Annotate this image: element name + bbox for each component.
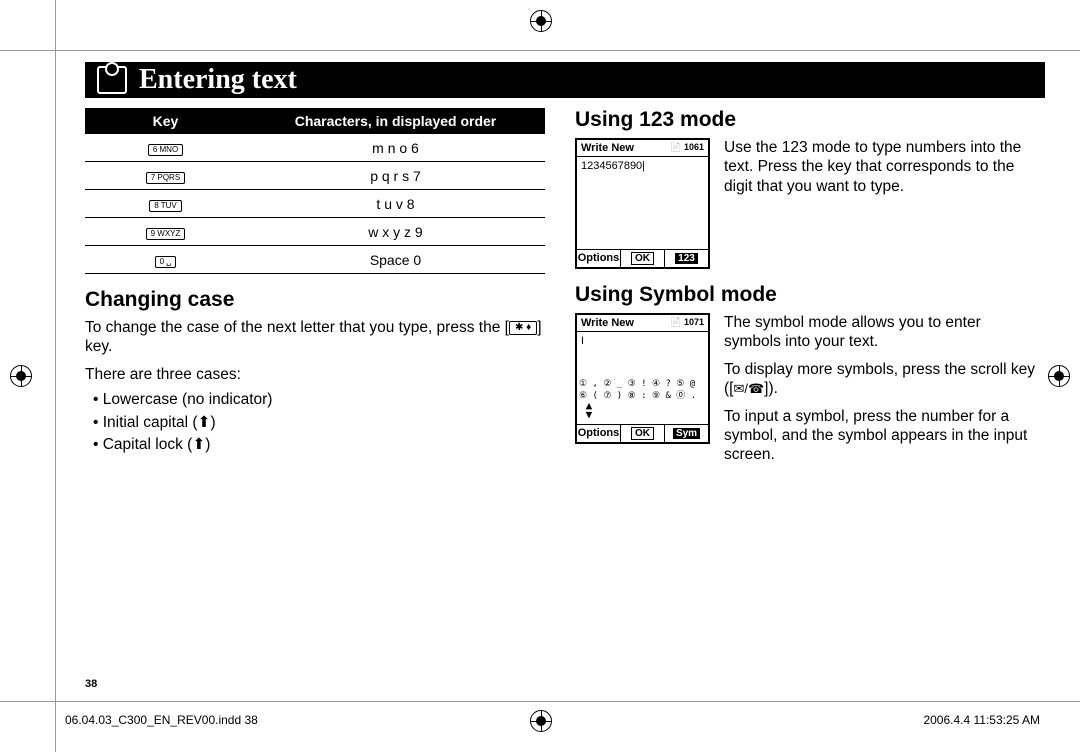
softkey-ok: OK [621,425,665,442]
key-9-icon: 9 WXYZ [146,228,186,240]
screen-body: 1234567890| [577,157,708,249]
using-symbol-heading: Using Symbol mode [575,283,1035,307]
input-mode-badge: 123 [665,250,708,267]
registration-mark-icon [530,10,552,32]
table-row: 9 WXYZ w x y z 9 [85,218,545,246]
chars-cell: p q r s 7 [246,162,545,190]
symbol-text-1: The symbol mode allows you to enter symb… [724,313,1035,352]
table-row: 8 TUV t u v 8 [85,190,545,218]
chars-cell: w x y z 9 [246,218,545,246]
page-content: Entering text Key Characters, in display… [85,62,1045,702]
star-key-icon: ✱ ♦ [509,321,537,336]
mode123-text: Use the 123 mode to type numbers into th… [724,138,1035,196]
softkey-options: Options [577,425,621,442]
registration-mark-icon [530,710,552,732]
screen-body: I ① , ② _ ③ ! ④ ? ⑤ @ ⑥ ( ⑦ ) ⑧ : ⑨ & ⓪ … [577,332,708,424]
page-number: 38 [85,678,97,690]
key-8-icon: 8 TUV [149,200,182,212]
left-column: Key Characters, in displayed order 6 MNO… [85,108,545,473]
list-item: Capital lock (⬆) [93,435,545,454]
phone-screen-symbol: Write New 📄 1071 I ① , ② _ ③ ! ④ ? ⑤ @ ⑥… [575,313,710,444]
chapter-title-bar: Entering text [85,62,1045,98]
list-item: Initial capital (⬆) [93,413,545,432]
registration-mark-icon [1048,365,1070,387]
table-row: 0 ␣ Space 0 [85,246,545,274]
changing-case-heading: Changing case [85,288,545,312]
changing-case-text: To change the case of the next letter th… [85,318,545,357]
key-7-icon: 7 PQRS [146,172,185,184]
chapter-title: Entering text [139,64,297,96]
phone-screen-123: Write New 📄 1061 1234567890| Options OK … [575,138,710,269]
registration-mark-icon [10,365,32,387]
cases-list: Lowercase (no indicator) Initial capital… [85,390,545,454]
three-cases-intro: There are three cases: [85,365,545,384]
footer-timestamp: 2006.4.4 11:53:25 AM [923,713,1040,727]
softkey-options: Options [577,250,621,267]
updown-icon: ▲ ▼ [579,402,592,420]
footer-filename: 06.04.03_C300_EN_REV00.indd 38 [65,713,258,727]
screen-title: Write New [581,317,634,329]
table-header-chars: Characters, in displayed order [246,108,545,134]
screen-title: Write New [581,142,634,154]
chars-cell: m n o 6 [246,134,545,162]
right-column: Using 123 mode Write New 📄 1061 12345678… [575,108,1035,473]
table-row: 7 PQRS p q r s 7 [85,162,545,190]
key-6-icon: 6 MNO [148,144,183,156]
table-header-key: Key [85,108,246,134]
chars-cell: Space 0 [246,246,545,274]
key-0-icon: 0 ␣ [155,256,177,268]
chars-cell: t u v 8 [246,190,545,218]
softkey-ok: OK [621,250,665,267]
char-count: 📄 1071 [670,317,704,329]
list-item: Lowercase (no indicator) [93,390,545,409]
symbol-text-2: To display more symbols, press the scrol… [724,360,1035,399]
key-character-table: Key Characters, in displayed order 6 MNO… [85,108,545,274]
input-mode-badge: Sym [665,425,708,442]
using-123-heading: Using 123 mode [575,108,1035,132]
char-count: 📄 1061 [670,142,704,154]
symbol-text-3: To input a symbol, press the number for … [724,407,1035,465]
symbol-grid: ① , ② _ ③ ! ④ ? ⑤ @ ⑥ ( ⑦ ) ⑧ : ⑨ & ⓪ . … [579,378,706,422]
table-row: 6 MNO m n o 6 [85,134,545,162]
scroll-keys-icon: ✉/☎ [733,381,764,396]
lock-icon [97,66,127,94]
